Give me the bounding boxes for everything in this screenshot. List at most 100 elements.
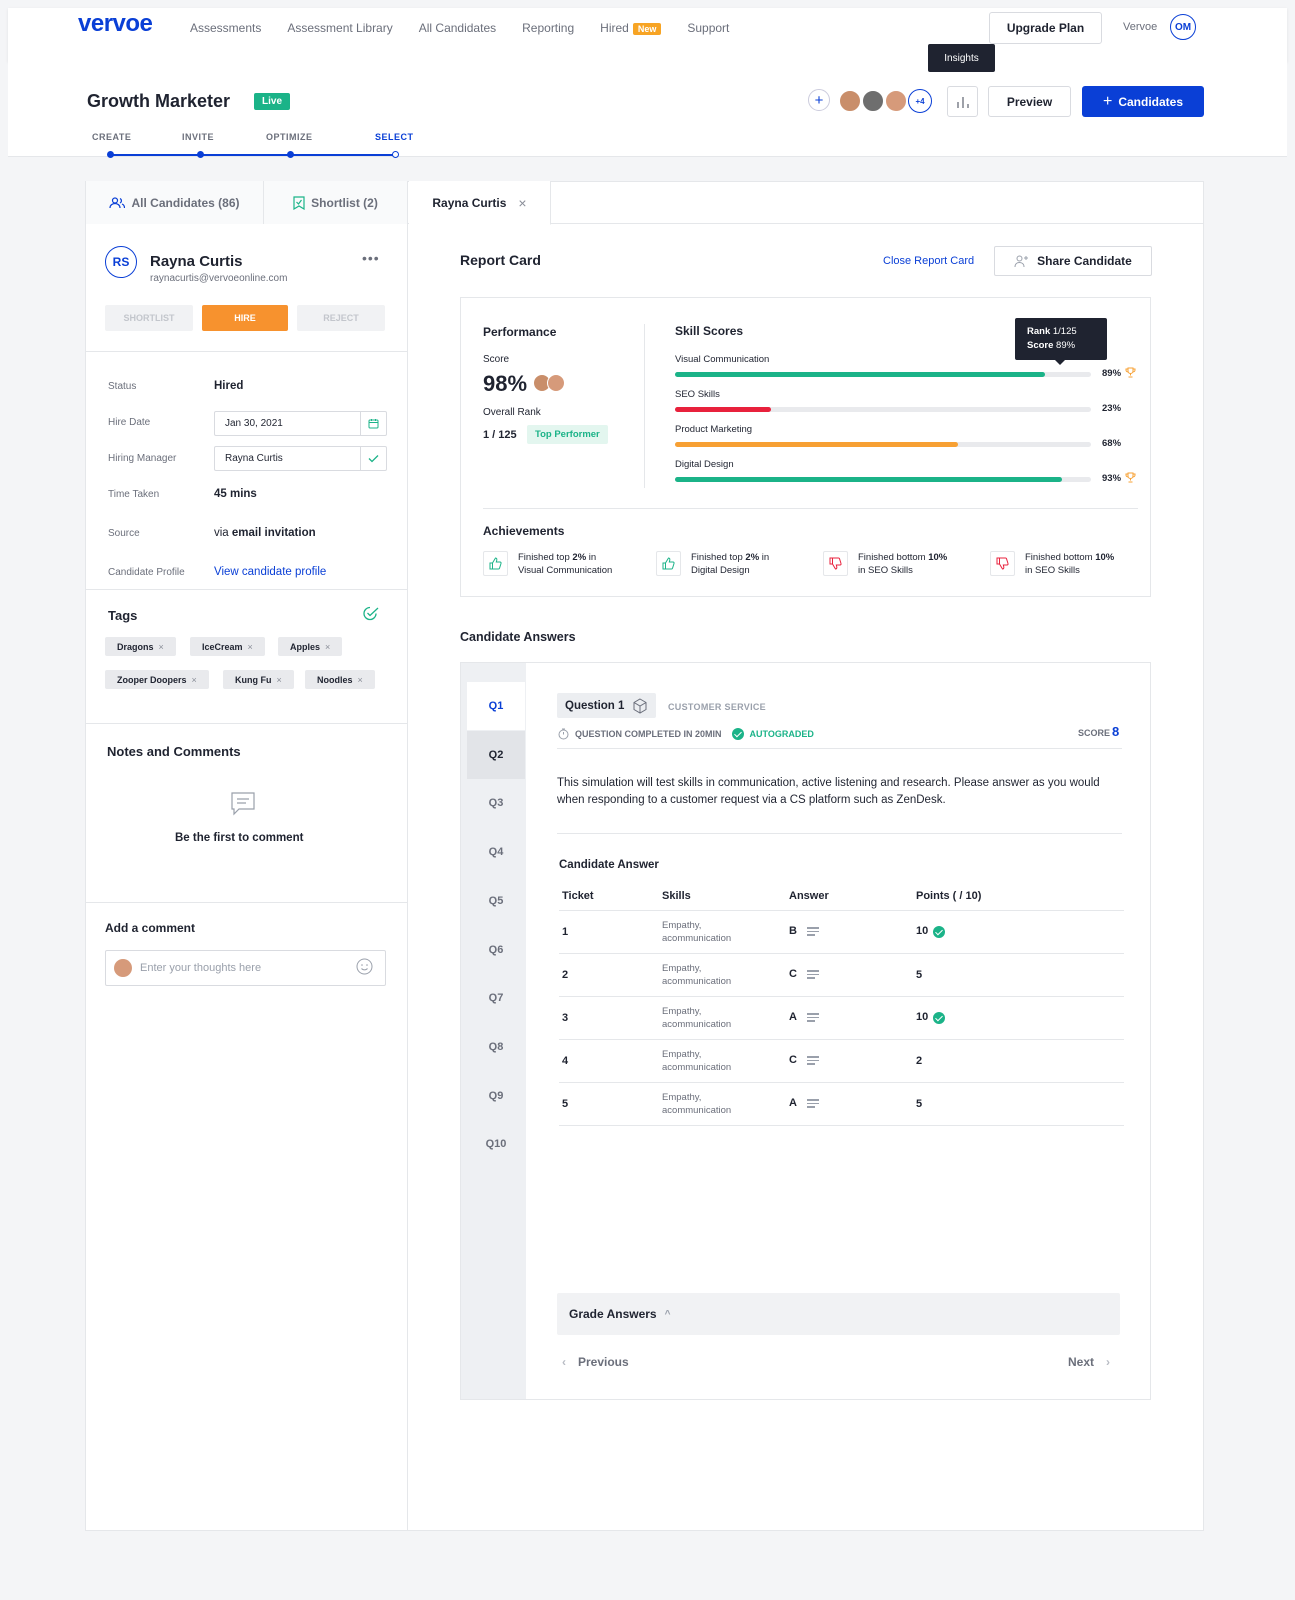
nav-assessment-library[interactable]: Assessment Library: [287, 21, 392, 35]
remove-tag-icon[interactable]: ×: [248, 642, 253, 652]
close-tab-icon[interactable]: ×: [518, 195, 526, 211]
trophy-icon: [1125, 367, 1136, 381]
skill-bar-fill[interactable]: [675, 442, 958, 447]
more-options-icon[interactable]: •••: [362, 250, 380, 266]
points-cell: 10: [916, 996, 1124, 1040]
reject-button[interactable]: REJECT: [297, 305, 385, 331]
emoji-icon[interactable]: [356, 958, 373, 978]
comment-input[interactable]: Enter your thoughts here: [105, 950, 386, 986]
step-create[interactable]: CREATE: [92, 132, 131, 142]
skill-percent: 68%: [1102, 438, 1122, 449]
tag-chip[interactable]: Kung Fu ×: [223, 670, 294, 689]
points-cell: 5: [916, 953, 1124, 997]
insights-button[interactable]: [947, 86, 978, 117]
add-candidates-button[interactable]: + Candidates: [1082, 86, 1204, 117]
edit-tags-icon[interactable]: [362, 606, 379, 624]
account-name[interactable]: Vervoe: [1123, 21, 1157, 33]
tab-all-candidates[interactable]: All Candidates (86): [86, 181, 264, 224]
view-answer-icon[interactable]: [806, 1054, 819, 1067]
step-select[interactable]: SELECT: [375, 132, 414, 142]
tag-chip[interactable]: IceCream ×: [190, 637, 265, 656]
answer-cell: A: [789, 996, 916, 1040]
collaborator-avatar[interactable]: [838, 89, 862, 113]
hiring-manager-field[interactable]: Rayna Curtis: [214, 446, 387, 471]
plus-icon: +: [1102, 92, 1113, 110]
nav-hired[interactable]: Hired New: [600, 21, 662, 35]
upgrade-plan-button[interactable]: Upgrade Plan: [989, 12, 1102, 44]
close-report-card-link[interactable]: Close Report Card: [883, 255, 974, 267]
autograded-icon: [731, 728, 744, 740]
candidate-answer-title: Candidate Answer: [559, 859, 659, 871]
vervoe-logo[interactable]: vervoe: [78, 10, 153, 38]
view-answer-icon[interactable]: [806, 1011, 819, 1024]
hire-button[interactable]: HIRE: [202, 305, 288, 331]
question-tab-q6[interactable]: Q6: [467, 926, 525, 974]
add-collaborator-button[interactable]: +: [808, 89, 830, 111]
tooltip-arrow: [1055, 360, 1065, 365]
remove-tag-icon[interactable]: ×: [325, 642, 330, 652]
achievement-suffix: in: [759, 552, 770, 563]
thumbs-down-icon: [990, 551, 1015, 576]
tab-shortlist[interactable]: Shortlist (2): [264, 181, 408, 224]
collaborator-avatar[interactable]: [861, 89, 885, 113]
question-tab-q3[interactable]: Q3: [467, 779, 525, 827]
tag-chip[interactable]: Dragons ×: [105, 637, 176, 656]
question-tab-q7[interactable]: Q7: [467, 974, 525, 1022]
skill-bar-fill[interactable]: [675, 372, 1046, 377]
check-icon[interactable]: [360, 447, 386, 470]
step-optimize[interactable]: OPTIMIZE: [266, 132, 313, 142]
nav-support[interactable]: Support: [687, 21, 729, 35]
question-tab-q5[interactable]: Q5: [467, 877, 525, 925]
candidate-profile-label: Candidate Profile: [108, 567, 185, 578]
next-button[interactable]: Next ›: [1068, 1355, 1110, 1369]
view-answer-icon[interactable]: [806, 925, 819, 938]
calendar-icon[interactable]: [360, 412, 386, 435]
view-answer-icon[interactable]: [806, 968, 819, 981]
answer-cell: B: [789, 910, 916, 954]
tooltip-rank: Rank 1/125: [1027, 325, 1095, 339]
tag-chip[interactable]: Noodles ×: [305, 670, 375, 689]
remove-tag-icon[interactable]: ×: [159, 642, 164, 652]
tag-label: Noodles: [317, 674, 353, 685]
points-value: 5: [916, 968, 923, 981]
remove-tag-icon[interactable]: ×: [192, 675, 197, 685]
shortlist-button[interactable]: SHORTLIST: [105, 305, 193, 331]
skills-line: Empathy,: [662, 1091, 702, 1103]
question-tab-q4[interactable]: Q4: [467, 828, 525, 876]
nav-reporting[interactable]: Reporting: [522, 21, 574, 35]
new-badge: New: [632, 23, 662, 35]
tag-chip[interactable]: Zooper Doopers ×: [105, 670, 209, 689]
grade-answers-toggle[interactable]: Grade Answers ^: [557, 1293, 1120, 1335]
skill-bar-fill[interactable]: [675, 407, 771, 412]
remove-tag-icon[interactable]: ×: [277, 675, 282, 685]
share-candidate-button[interactable]: Share Candidate: [994, 246, 1152, 276]
question-tab-q8[interactable]: Q8: [467, 1023, 525, 1071]
more-collaborators[interactable]: +4: [908, 89, 932, 113]
view-answer-icon[interactable]: [806, 1097, 819, 1110]
step-invite[interactable]: INVITE: [182, 132, 214, 142]
user-avatar[interactable]: OM: [1170, 14, 1196, 40]
tag-chip[interactable]: Apples ×: [278, 637, 343, 656]
tag-label: Dragons: [117, 641, 154, 652]
remove-tag-icon[interactable]: ×: [358, 675, 363, 685]
question-tab-q10[interactable]: Q10: [467, 1120, 525, 1168]
previous-button[interactable]: ‹ Previous: [562, 1355, 629, 1369]
skills-line: acommunication: [662, 1104, 732, 1116]
question-tab-q9[interactable]: Q9: [467, 1072, 525, 1120]
skills-line: acommunication: [662, 1061, 732, 1073]
nav-assessments[interactable]: Assessments: [190, 21, 261, 35]
hire-date-value: Jan 30, 2021: [225, 418, 283, 429]
skill-percent: 93%: [1102, 473, 1122, 484]
skill-bar-fill[interactable]: [675, 477, 1062, 482]
autograded-text: AUTOGRADED: [749, 729, 814, 739]
nav-all-candidates[interactable]: All Candidates: [419, 21, 496, 35]
question-tab-q2[interactable]: Q2: [467, 730, 525, 779]
question-tab-q1[interactable]: Q1: [467, 682, 525, 730]
hire-date-field[interactable]: Jan 30, 2021: [214, 411, 387, 436]
tags-title: Tags: [108, 608, 138, 623]
tab-rayna-curtis[interactable]: Rayna Curtis ×: [409, 181, 551, 225]
collaborator-avatar[interactable]: [884, 89, 908, 113]
view-profile-link[interactable]: View candidate profile: [214, 566, 326, 578]
preview-button[interactable]: Preview: [988, 86, 1071, 117]
skill-percent: 89%: [1102, 368, 1122, 379]
